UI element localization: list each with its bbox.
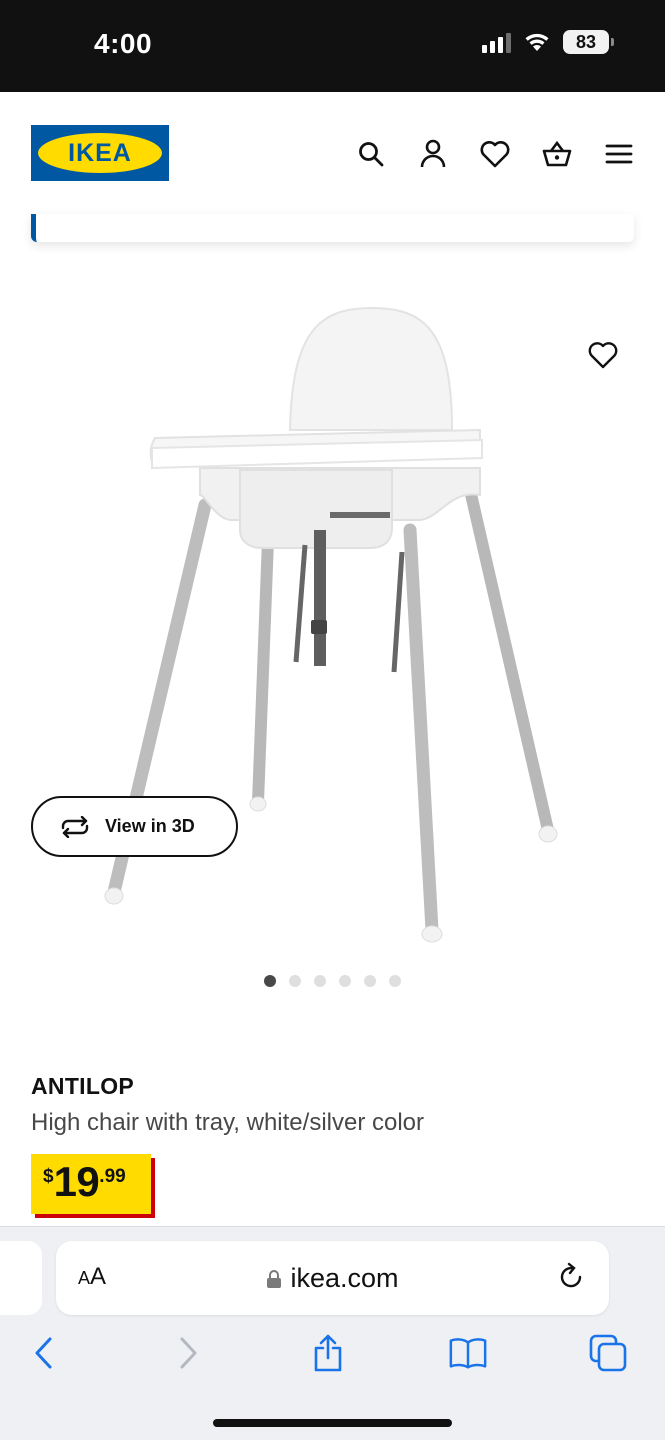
- carousel-dot[interactable]: [389, 975, 401, 987]
- ikea-logo[interactable]: IKEA: [31, 125, 169, 181]
- ikea-logo-oval: IKEA: [38, 133, 162, 173]
- carousel-dot[interactable]: [339, 975, 351, 987]
- product-description: High chair with tray, white/silver color: [31, 1109, 425, 1136]
- price-currency: $: [43, 1166, 54, 1187]
- rotate-3d-icon: [61, 815, 89, 838]
- tabs-overview-icon[interactable]: [588, 1333, 628, 1373]
- back-chevron-icon[interactable]: [24, 1333, 64, 1373]
- site-header: IKEA: [0, 92, 665, 214]
- url-text: ikea.com: [290, 1263, 399, 1293]
- status-icons: 83: [482, 30, 614, 54]
- browser-toolbar: [0, 1327, 665, 1387]
- carousel-dot[interactable]: [289, 975, 301, 987]
- account-icon[interactable]: [417, 138, 449, 170]
- cellular-signal-icon: [482, 31, 511, 53]
- price-tag: $ 19 .99: [31, 1154, 151, 1214]
- lock-icon: [267, 1269, 282, 1288]
- wifi-icon: [525, 33, 549, 51]
- view-in-3d-button[interactable]: View in 3D: [31, 796, 238, 857]
- reload-icon[interactable]: [555, 1261, 587, 1293]
- address-bar[interactable]: AA ikea.com: [56, 1241, 609, 1315]
- ikea-logo-text: IKEA: [68, 138, 132, 167]
- share-icon[interactable]: [308, 1333, 348, 1373]
- favorites-heart-icon[interactable]: [479, 138, 511, 170]
- carousel-dot[interactable]: [314, 975, 326, 987]
- image-carousel-dots: [0, 975, 665, 987]
- forward-chevron-icon[interactable]: [168, 1333, 208, 1373]
- header-icons: [355, 138, 635, 170]
- status-time: 4:00: [94, 28, 153, 59]
- previous-tab-card[interactable]: [0, 1241, 42, 1315]
- add-to-favorites-heart-icon[interactable]: [586, 338, 620, 372]
- search-icon[interactable]: [355, 138, 387, 170]
- home-indicator: [213, 1419, 452, 1427]
- price-main: 19: [53, 1158, 100, 1205]
- battery-indicator: 83: [563, 30, 614, 54]
- url-display[interactable]: ikea.com: [56, 1263, 609, 1294]
- view-in-3d-label: View in 3D: [105, 816, 195, 836]
- info-banner-card[interactable]: [31, 214, 634, 242]
- carousel-dot[interactable]: [364, 975, 376, 987]
- bookmarks-book-icon[interactable]: [448, 1333, 488, 1373]
- status-bar: 4:00 83: [0, 0, 665, 92]
- menu-hamburger-icon[interactable]: [603, 138, 635, 170]
- carousel-dot[interactable]: [264, 975, 276, 987]
- shopping-bag-icon[interactable]: [541, 138, 573, 170]
- product-name: ANTILOP: [31, 1073, 135, 1099]
- browser-chrome: AA ikea.com: [0, 1226, 665, 1440]
- price-cents: .99: [99, 1166, 126, 1187]
